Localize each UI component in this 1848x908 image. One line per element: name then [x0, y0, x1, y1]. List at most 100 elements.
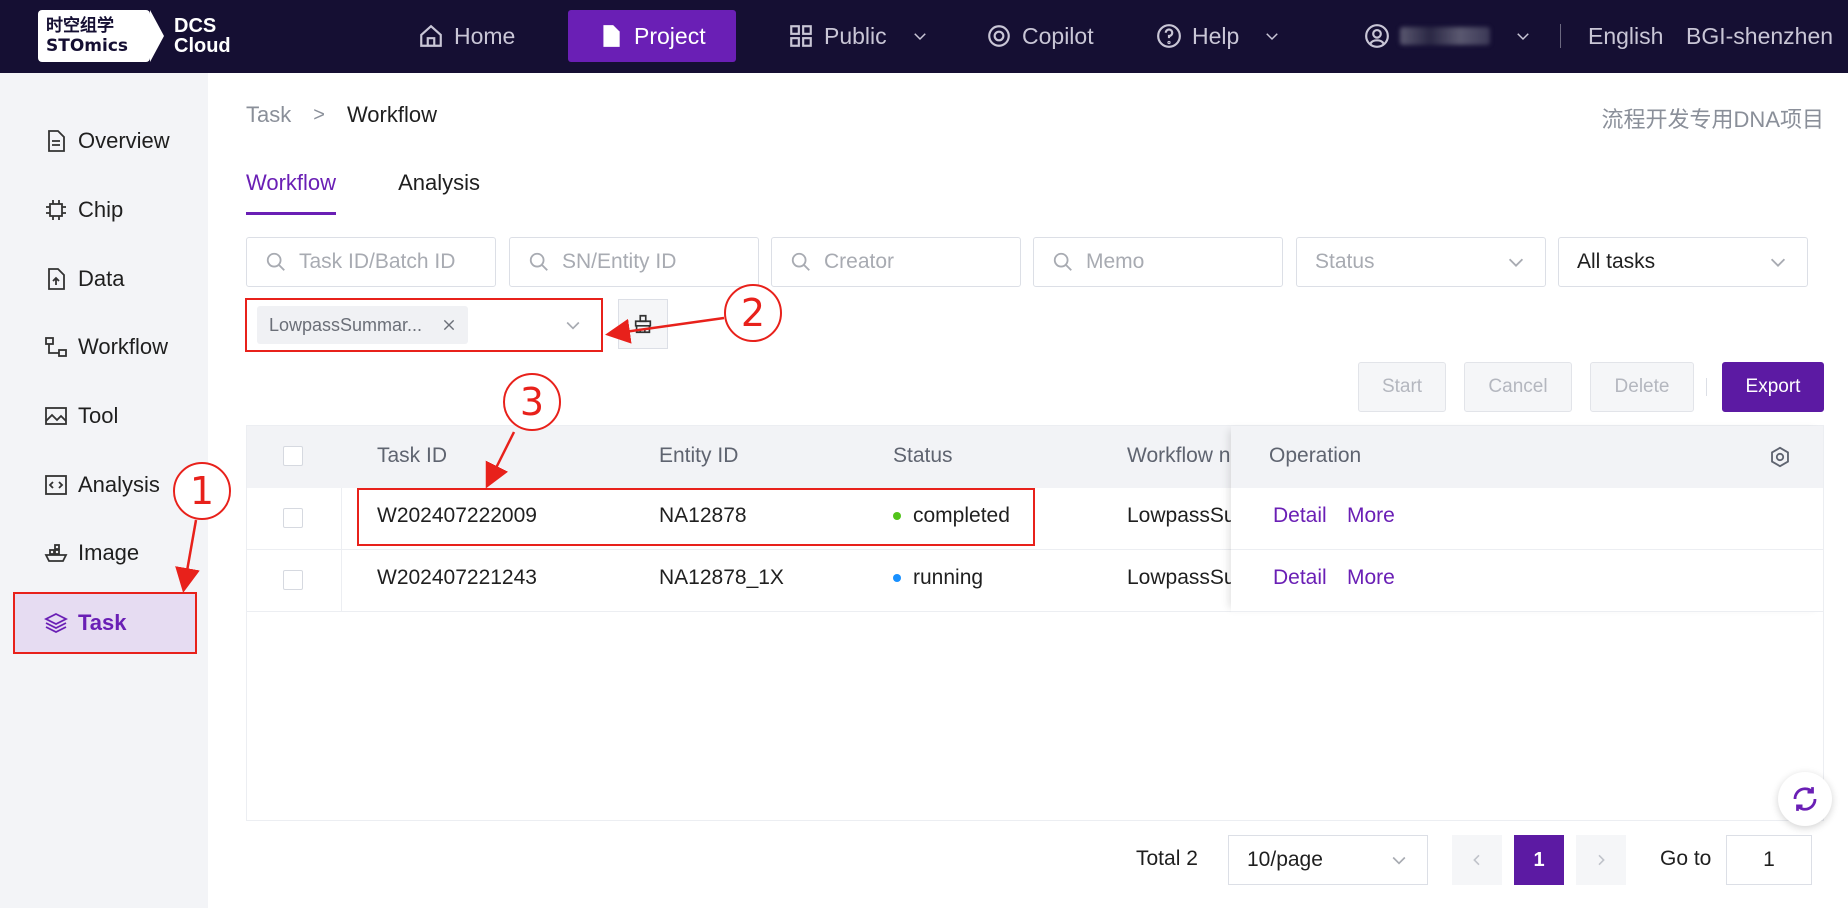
container-icon	[44, 544, 68, 562]
cancel-button[interactable]: Cancel	[1464, 362, 1572, 412]
nav-project-label: Project	[634, 22, 706, 49]
language-label: English	[1588, 22, 1664, 49]
chevron-left-icon	[1473, 854, 1480, 866]
logo-text-cn: 时空组学	[46, 16, 114, 36]
chevron-down-icon	[1508, 258, 1524, 267]
total-count: Total 2	[1136, 847, 1198, 870]
creator-placeholder: Creator	[824, 250, 895, 273]
sidebar-item-tool[interactable]: Tool	[44, 396, 118, 436]
task-scope-select[interactable]: All tasks	[1558, 237, 1808, 287]
header-task-id: Task ID	[377, 444, 448, 467]
export-button[interactable]: Export	[1722, 362, 1824, 412]
nav-copilot[interactable]: Copilot	[986, 10, 1094, 62]
refresh-button[interactable]	[1778, 772, 1832, 826]
search-icon	[529, 252, 548, 271]
task-scope-value: All tasks	[1577, 250, 1656, 273]
user-icon	[1365, 24, 1389, 48]
user-menu[interactable]	[1364, 10, 1532, 62]
sidebar-item-label: Chip	[78, 197, 124, 222]
status-select[interactable]: Status	[1296, 237, 1546, 287]
chevron-down-icon	[1266, 33, 1279, 41]
nav-project[interactable]: Project	[568, 10, 736, 62]
annotation-box-row	[357, 488, 1035, 546]
page-size-select[interactable]: 10/page	[1228, 835, 1428, 885]
chevron-down-icon	[1392, 856, 1406, 865]
sidebar-item-label: Workflow	[78, 334, 169, 359]
goto-page-input[interactable]: 1	[1726, 835, 1812, 885]
row-checkbox[interactable]	[283, 508, 303, 528]
logo-text-en: STOmics	[46, 36, 129, 56]
nav-help-label: Help	[1192, 22, 1240, 49]
nav-home[interactable]: Home	[418, 10, 515, 62]
copilot-icon	[988, 25, 1010, 47]
grid-icon	[790, 25, 812, 47]
status-dot	[893, 574, 901, 583]
next-page-button[interactable]	[1576, 835, 1626, 885]
memo-placeholder: Memo	[1086, 250, 1145, 273]
sidebar-item-label: Data	[78, 266, 125, 291]
task-id-search-input[interactable]: Task ID/Batch ID	[246, 237, 496, 287]
page-1-button[interactable]: 1	[1514, 835, 1564, 885]
workflow-icon	[45, 337, 67, 357]
logo-dcs: DCS	[174, 15, 217, 37]
sidebar-item-chip[interactable]: Chip	[44, 190, 123, 230]
cell-workflow-name: LowpassSu	[1127, 504, 1231, 527]
org-label: BGI-shenzhen	[1686, 22, 1834, 49]
status-placeholder: Status	[1315, 250, 1375, 273]
project-name: 流程开发专用DNA项目	[1601, 107, 1824, 132]
breadcrumb: Task > Workflow	[246, 102, 437, 128]
button-divider	[1706, 378, 1707, 396]
org-switch[interactable]: BGI-shenzhen	[1686, 10, 1833, 62]
sidebar-item-analysis[interactable]: Analysis	[44, 465, 160, 505]
header-workflow-name: Workflow n	[1127, 444, 1231, 467]
nav-public-label: Public	[824, 22, 887, 49]
sidebar-item-workflow[interactable]: Workflow	[44, 327, 168, 367]
entity-id-search-input[interactable]: SN/Entity ID	[509, 237, 759, 287]
language-switch[interactable]: English	[1588, 10, 1663, 62]
logo-product: DCS Cloud	[174, 16, 231, 56]
image-icon	[45, 407, 67, 425]
clear-filters-button[interactable]	[618, 299, 668, 349]
sidebar-item-label: Analysis	[78, 472, 160, 497]
document-icon	[48, 130, 65, 152]
document-icon	[603, 25, 620, 47]
nav-home-label: Home	[454, 22, 516, 49]
tab-analysis[interactable]: Analysis	[398, 170, 480, 215]
sidebar-item-image[interactable]: Image	[44, 533, 139, 573]
annotation-number-1: 1	[173, 462, 231, 520]
breadcrumb-task[interactable]: Task	[246, 102, 291, 128]
operation-column-shadow	[1231, 426, 1825, 612]
nav-divider	[1560, 24, 1561, 48]
logo-mark: 时空组学 STOmics	[38, 10, 164, 62]
cell-task-id: W202407221243	[377, 566, 537, 589]
row-checkbox[interactable]	[283, 570, 303, 590]
logo[interactable]: 时空组学 STOmics DCS Cloud	[38, 10, 231, 62]
header-status: Status	[893, 444, 953, 467]
home-icon	[420, 24, 442, 47]
tab-workflow[interactable]: Workflow	[246, 170, 337, 215]
nav-copilot-label: Copilot	[1022, 22, 1094, 49]
delete-button[interactable]: Delete	[1590, 362, 1694, 412]
chevron-down-icon	[1770, 258, 1786, 267]
sidebar-item-data[interactable]: Data	[44, 259, 124, 299]
cell-status: running	[893, 566, 983, 590]
nav-public[interactable]: Public	[788, 10, 929, 62]
broom-icon	[634, 314, 652, 334]
chevron-down-icon	[913, 33, 926, 41]
header-entity-id: Entity ID	[659, 444, 739, 467]
nav-help[interactable]: Help	[1156, 10, 1281, 62]
sidebar-item-overview[interactable]: Overview	[44, 121, 170, 161]
chevron-right-icon	[1598, 854, 1605, 866]
select-all-checkbox[interactable]	[283, 446, 303, 466]
breadcrumb-workflow: Workflow	[346, 102, 437, 127]
refresh-icon	[1793, 787, 1817, 811]
breadcrumb-separator: >	[313, 103, 325, 126]
task-id-placeholder: Task ID/Batch ID	[299, 250, 456, 273]
cell-entity-id: NA12878_1X	[659, 566, 784, 589]
memo-search-input[interactable]: Memo	[1033, 237, 1283, 287]
creator-search-input[interactable]: Creator	[771, 237, 1021, 287]
cell-workflow-name: LowpassSu	[1127, 566, 1231, 589]
start-button[interactable]: Start	[1358, 362, 1446, 412]
prev-page-button[interactable]	[1452, 835, 1502, 885]
chevron-down-icon	[1517, 33, 1529, 41]
